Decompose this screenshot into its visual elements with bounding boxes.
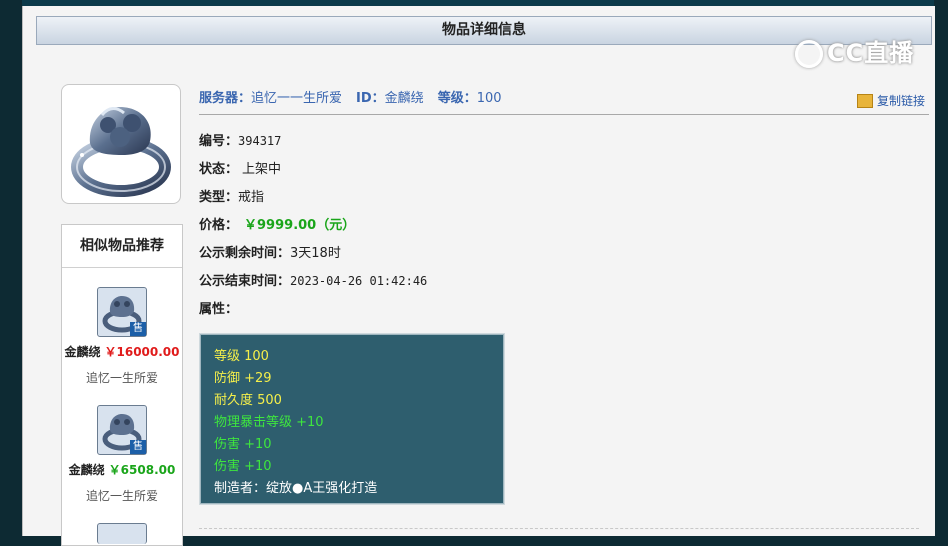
type-value: 戒指 (238, 190, 265, 205)
watermark-text: CC直播 (827, 39, 915, 67)
item-header-info: 服务器：追忆一一生所爱 ID：金麟绕 等级：100 (199, 88, 516, 110)
field-end-time: 公示结束时间：2023-04-26 01:42:46 (199, 270, 427, 289)
status-label: 状态： (199, 162, 239, 177)
attr-line: 防御 +29 (214, 371, 272, 386)
type-label: 类型： (199, 190, 239, 205)
similar-items-panel: 相似物品推荐 售 金麟绕 ￥16000.00 追忆一生所爱 售 金麟绕 ￥650… (61, 224, 183, 546)
field-price: 价格： ￥9999.00（元） (199, 214, 355, 233)
similar-item-thumb[interactable]: 售 (97, 287, 147, 337)
number-label: 编号： (199, 134, 239, 149)
copy-link-button[interactable]: 复制链接 (856, 90, 925, 112)
frame-left (0, 0, 22, 536)
similar-item-price: ￥16000.00 (104, 345, 180, 359)
similar-item-name: 金麟绕 (68, 463, 105, 477)
field-status: 状态： 上架中 (199, 158, 281, 177)
attr-line: 耐久度 500 (214, 393, 282, 408)
end-time-label: 公示结束时间： (199, 274, 291, 289)
attr-line: 伤害 +10 (214, 459, 272, 474)
attr-line: 制造者：绽放●A王强化打造 (214, 481, 378, 496)
status-value: 上架中 (242, 162, 282, 177)
attributes-box: 等级 100 防御 +29 耐久度 500 物理暴击等级 +10 伤害 +10 … (200, 334, 504, 504)
attr-line: 物理暴击等级 +10 (214, 415, 324, 430)
attributes-label: 属性： (199, 302, 239, 317)
similar-item-server: 追忆一生所爱 (85, 371, 158, 385)
divider (199, 528, 919, 529)
item-header-row: 服务器：追忆一一生所爱 ID：金麟绕 等级：100 复制链接 (199, 88, 929, 115)
similar-items-title: 相似物品推荐 (62, 225, 182, 268)
field-type: 类型：戒指 (199, 186, 264, 205)
attr-line: 等级 100 (214, 349, 269, 364)
copy-link-label: 复制链接 (876, 94, 925, 108)
id-label: ID： (356, 91, 385, 106)
server-value: 追忆一一生所爱 (251, 91, 343, 106)
similar-item-name: 金麟绕 (64, 345, 101, 359)
field-number: 编号：394317 (199, 130, 281, 149)
ring-icon (71, 98, 171, 197)
level-value: 100 (476, 91, 502, 106)
similar-item-server: 追忆一生所爱 (85, 489, 158, 503)
similar-item-price: ￥6508.00 (108, 463, 176, 477)
similar-item-thumb[interactable]: 售 (97, 405, 147, 455)
item-image (61, 84, 181, 204)
field-remaining-time: 公示剩余时间：3天18时 (199, 242, 341, 261)
price-value: ￥9999.00（元） (244, 218, 356, 233)
similar-item-thumb[interactable] (97, 523, 147, 544)
end-time-value: 2023-04-26 01:42:46 (290, 274, 428, 288)
copy-link-icon (856, 93, 873, 108)
watermark-logo-icon (795, 40, 823, 68)
level-label: 等级： (437, 91, 477, 106)
field-attributes: 属性： (199, 298, 238, 317)
sale-badge: 售 (130, 322, 146, 336)
watermark: CC直播 (795, 36, 925, 70)
attr-line: 伤害 +10 (214, 437, 272, 452)
id-value: 金麟绕 (384, 91, 424, 106)
remaining-time-value: 3天18时 (290, 246, 341, 261)
similar-item-name-row: 金麟绕 ￥16000.00 (62, 343, 182, 360)
detail-panel: 物品详细信息 CC直播 相似物品推荐 售 金麟绕 ￥16000.00 追忆一生所… (22, 6, 935, 546)
price-label: 价格： (199, 218, 239, 233)
similar-item-name-row: 金麟绕 ￥6508.00 (62, 461, 182, 478)
frame-right (934, 0, 948, 536)
sale-badge: 售 (130, 440, 146, 454)
server-label: 服务器： (199, 91, 252, 106)
remaining-time-label: 公示剩余时间： (199, 246, 291, 261)
number-value: 394317 (238, 134, 282, 148)
